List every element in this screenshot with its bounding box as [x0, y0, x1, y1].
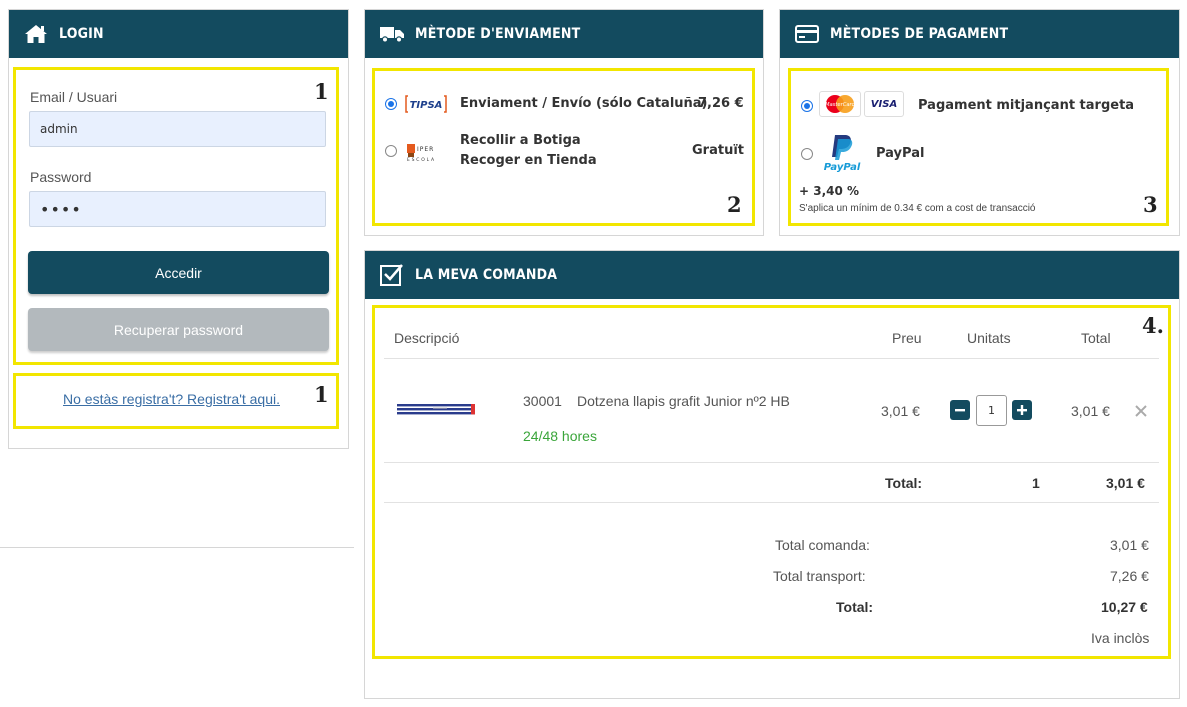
login-header: LOGIN: [9, 10, 348, 58]
paypal-logo-text: PayPal: [824, 162, 861, 173]
truck-icon: [379, 23, 405, 45]
shipping-option-store-line1: Recollir a Botiga: [460, 133, 581, 148]
product-line-total: 3,01 €: [1071, 403, 1110, 419]
payment-option-card-label: Pagament mitjançant targeta: [918, 98, 1135, 113]
mastercard-logo-text: MasterCard: [825, 102, 856, 108]
svg-text:IPER: IPER: [417, 146, 434, 153]
shipping-option-tipsa-price: 7,26 €: [698, 96, 744, 111]
step-marker-1: 1: [314, 79, 329, 104]
column-header-units: Unitats: [967, 330, 1011, 346]
plus-icon: [1017, 405, 1027, 415]
shipping-option-store-line2: Recoger en Tienda: [460, 153, 597, 168]
svg-text:ESCOLA: ESCOLA: [407, 157, 436, 162]
recover-password-button[interactable]: Recuperar password: [28, 308, 329, 351]
visa-logo: VISA: [864, 91, 904, 117]
tipsa-logo: TIPSA: [405, 93, 447, 115]
grand-total-value: 10,27 €: [1101, 599, 1148, 615]
delivery-time: 24/48 hores: [523, 428, 597, 444]
header-divider: [384, 358, 1159, 359]
subtotal-label: Total:: [885, 475, 923, 491]
subtotal-divider: [384, 502, 1159, 503]
product-name: Dotzena llapis grafit Junior nº2 HB: [577, 393, 790, 409]
product-code: 30001: [523, 393, 562, 409]
product-thumbnail: [395, 401, 479, 415]
item-divider: [384, 462, 1159, 463]
column-header-price: Preu: [892, 330, 922, 346]
quantity-input[interactable]: 1: [976, 395, 1007, 426]
transport-total-label: Total transport:: [773, 568, 866, 584]
login-title: LOGIN: [59, 26, 104, 42]
increase-quantity-button[interactable]: [1012, 400, 1032, 420]
column-header-description: Descripció: [394, 330, 460, 346]
mastercard-logo: MasterCard: [819, 91, 861, 117]
transport-total-value: 7,26 €: [1110, 568, 1149, 584]
minus-icon: [955, 409, 965, 412]
decrease-quantity-button[interactable]: [950, 400, 970, 420]
order-total-value: 3,01 €: [1110, 537, 1149, 553]
shipping-radio-store[interactable]: [385, 145, 397, 157]
home-icon: [23, 23, 49, 45]
paypal-fee: + 3,40 %: [799, 184, 860, 198]
subtotal-units: 1: [1032, 475, 1040, 491]
tipsa-logo-text: TIPSA: [410, 100, 443, 111]
register-link[interactable]: No estàs registra't? Registra't aqui.: [63, 391, 280, 407]
order-title: LA MEVA COMANDA: [415, 267, 558, 283]
column-header-total: Total: [1081, 330, 1111, 346]
shipping-radio-tipsa[interactable]: [385, 98, 397, 110]
paypal-logo: PayPal: [821, 133, 863, 173]
login-button[interactable]: Accedir: [28, 251, 329, 294]
shipping-option-tipsa-label: Enviament / Envío (sólo Cataluña): [460, 96, 708, 111]
subtotal-value: 3,01 €: [1106, 475, 1145, 491]
grand-total-label: Total:: [836, 599, 874, 615]
step-marker-1b: 1: [314, 382, 329, 407]
order-header: LA MEVA COMANDA: [365, 251, 1179, 299]
iper-escola-logo: IPER ESCOLA: [405, 140, 447, 163]
step-marker-4: 4.: [1142, 313, 1164, 338]
tax-note: Iva inclòs: [1091, 630, 1150, 646]
password-label: Password: [30, 169, 92, 185]
password-field[interactable]: ••••: [29, 191, 326, 227]
payment-radio-card[interactable]: [801, 100, 813, 112]
payment-radio-paypal[interactable]: [801, 148, 813, 160]
product-price: 3,01 €: [881, 403, 920, 419]
shipping-title: MÈTODE D'ENVIAMENT: [415, 26, 581, 42]
paypal-fee-note: S'aplica un mínim de 0.34 € com a cost d…: [799, 203, 1036, 214]
order-total-label: Total comanda:: [775, 537, 870, 553]
email-field[interactable]: admin: [29, 111, 326, 147]
checkbox-icon: [379, 264, 405, 286]
payment-header: MÈTODES DE PAGAMENT: [780, 10, 1179, 58]
step-marker-2: 2: [727, 192, 742, 217]
payment-option-paypal-label: PayPal: [876, 146, 925, 161]
shipping-header: MÈTODE D'ENVIAMENT: [365, 10, 763, 58]
step-marker-3: 3: [1143, 192, 1158, 217]
remove-item-icon[interactable]: [1134, 403, 1148, 417]
payment-title: MÈTODES DE PAGAMENT: [830, 26, 1009, 42]
shipping-option-store-price: Gratuït: [692, 143, 744, 158]
credit-card-icon: [794, 23, 820, 45]
divider: [0, 547, 354, 548]
email-label: Email / Usuari: [30, 89, 118, 105]
